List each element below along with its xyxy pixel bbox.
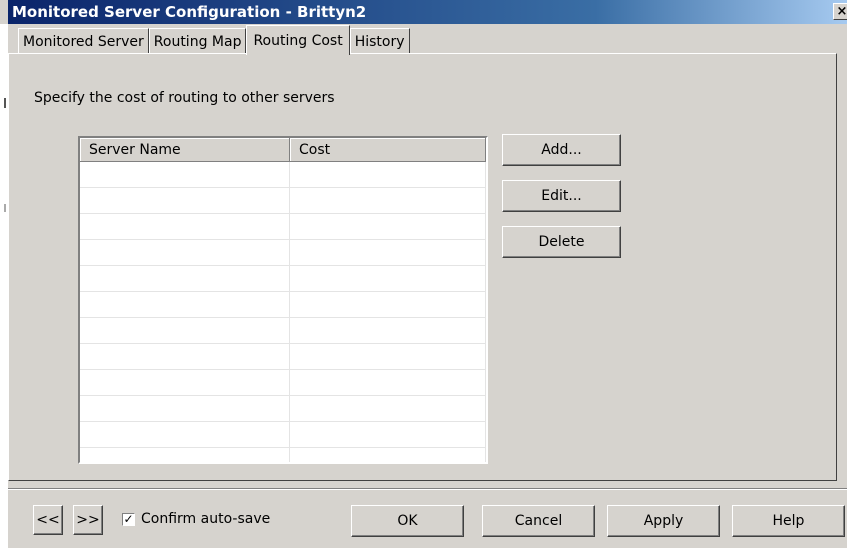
- cell-server-name: [80, 187, 290, 214]
- table-row[interactable]: [80, 395, 486, 422]
- column-header-cost[interactable]: Cost: [289, 138, 486, 162]
- cancel-button[interactable]: Cancel: [482, 505, 595, 537]
- tab-label: Monitored Server: [23, 33, 144, 50]
- window-left-edge: [0, 24, 8, 548]
- close-button[interactable]: ×: [833, 3, 847, 20]
- cell-cost: [289, 265, 486, 292]
- cell-cost: [289, 213, 486, 240]
- cell-cost: [289, 421, 486, 448]
- table-row[interactable]: [80, 317, 486, 344]
- cell-server-name: [80, 395, 290, 422]
- cell-cost: [289, 395, 486, 422]
- cell-server-name: [80, 239, 290, 266]
- checkmark-icon: ✓: [123, 511, 134, 526]
- tab-label: Routing Map: [153, 33, 242, 50]
- table-body: [80, 161, 486, 462]
- tab-label: History: [354, 33, 405, 50]
- table-row[interactable]: [80, 291, 486, 318]
- next-button[interactable]: >>: [73, 505, 103, 535]
- cell-cost: [289, 187, 486, 214]
- add-button[interactable]: Add...: [502, 134, 621, 166]
- close-icon: ×: [836, 4, 847, 19]
- tab-history[interactable]: History: [349, 28, 410, 54]
- table-row[interactable]: [80, 239, 486, 266]
- tab-routing-cost[interactable]: Routing Cost: [246, 25, 350, 55]
- edge-mark: [4, 98, 6, 108]
- cell-cost: [289, 317, 486, 344]
- confirm-autosave-label: Confirm auto-save: [141, 511, 271, 527]
- confirm-autosave-checkbox[interactable]: ✓: [122, 511, 135, 526]
- cell-server-name: [80, 213, 290, 240]
- table-row[interactable]: [80, 343, 486, 370]
- table-row[interactable]: [80, 447, 486, 462]
- table-row[interactable]: [80, 369, 486, 396]
- cell-cost: [289, 239, 486, 266]
- column-header-server-name[interactable]: Server Name: [80, 138, 290, 162]
- delete-button[interactable]: Delete: [502, 226, 621, 258]
- tab-routing-map[interactable]: Routing Map: [148, 28, 247, 54]
- cell-cost: [289, 291, 486, 318]
- cell-cost: [289, 447, 486, 462]
- table-row[interactable]: [80, 421, 486, 448]
- tab-strip: Monitored Server Routing Map Routing Cos…: [18, 25, 410, 55]
- cell-server-name: [80, 317, 290, 344]
- help-button[interactable]: Help: [732, 505, 845, 537]
- cell-server-name: [80, 291, 290, 318]
- cell-server-name: [80, 265, 290, 292]
- cell-server-name: [80, 421, 290, 448]
- table-row[interactable]: [80, 161, 486, 188]
- title-bar[interactable]: Monitored Server Configuration - Brittyn…: [8, 0, 847, 24]
- tab-monitored-server[interactable]: Monitored Server: [18, 28, 149, 54]
- edit-button[interactable]: Edit...: [502, 180, 621, 212]
- cell-server-name: [80, 343, 290, 370]
- cell-server-name: [80, 369, 290, 396]
- cell-server-name: [80, 161, 290, 188]
- apply-button[interactable]: Apply: [607, 505, 720, 537]
- routing-cost-table[interactable]: Server Name Cost: [78, 136, 488, 464]
- tab-label: Routing Cost: [253, 32, 343, 49]
- confirm-autosave-option[interactable]: ✓ Confirm auto-save: [122, 511, 270, 527]
- cell-cost: [289, 369, 486, 396]
- footer-separator: [8, 488, 847, 490]
- table-row[interactable]: [80, 265, 486, 292]
- cell-cost: [289, 161, 486, 188]
- ok-button[interactable]: OK: [351, 505, 464, 537]
- table-row[interactable]: [80, 187, 486, 214]
- cell-server-name: [80, 447, 290, 462]
- edge-mark: [4, 204, 6, 212]
- window-title: Monitored Server Configuration - Brittyn…: [12, 3, 367, 21]
- table-row[interactable]: [80, 213, 486, 240]
- instruction-text: Specify the cost of routing to other ser…: [34, 90, 335, 106]
- previous-button[interactable]: <<: [33, 505, 63, 535]
- cell-cost: [289, 343, 486, 370]
